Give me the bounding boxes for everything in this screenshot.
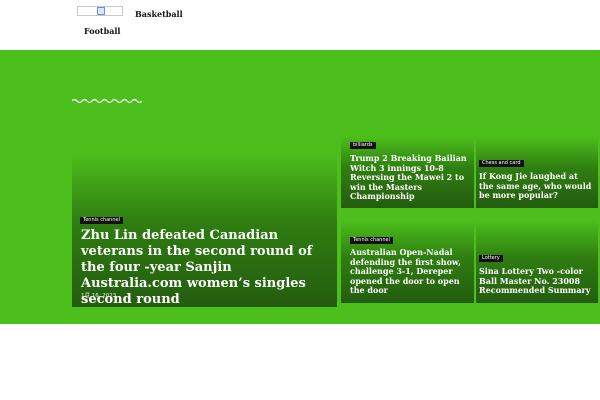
nav-item-football[interactable]: Football <box>84 26 120 36</box>
category-tag[interactable]: billiards <box>350 142 376 149</box>
article-card[interactable]: billiards Trump 2 Breaking Bailian Witch… <box>341 136 474 208</box>
article-meta: 1月 16, 2023 3 <box>81 291 130 299</box>
article-comment-count: 3 <box>126 293 130 299</box>
article-title[interactable]: Trump 2 Breaking Bailian Witch 3 innings… <box>350 153 468 202</box>
featured-article-card[interactable]: Tennis channel Zhu Lin defeated Canadian… <box>72 152 337 307</box>
article-date: 1月 16, 2023 <box>81 293 117 299</box>
category-tag[interactable]: Lottery <box>479 255 503 262</box>
broken-image-icon <box>97 7 105 15</box>
article-card[interactable]: Lottery Sina Lottery Two -color Ball Mas… <box>476 220 598 303</box>
article-title[interactable]: If Kong Jie laughed at the same age, who… <box>479 171 595 201</box>
article-card[interactable]: Chess and card If Kong Jie laughed at th… <box>476 136 598 208</box>
category-tag[interactable]: Tennis channel <box>350 237 393 244</box>
article-card[interactable]: Tennis channel Australian Open-Nadal def… <box>341 220 474 303</box>
wavy-line-icon <box>72 98 142 104</box>
site-logo[interactable] <box>77 6 123 16</box>
category-tag[interactable]: Tennis channel <box>80 217 123 224</box>
article-title[interactable]: Australian Open-Nadal defending the firs… <box>350 247 470 296</box>
category-tag[interactable]: Chess and card <box>479 160 524 167</box>
nav-item-basketball[interactable]: Basketball <box>135 9 183 19</box>
site-header: Basketball Football <box>0 0 600 50</box>
article-title[interactable]: Sina Lottery Two -color Ball Master No. … <box>479 266 597 296</box>
